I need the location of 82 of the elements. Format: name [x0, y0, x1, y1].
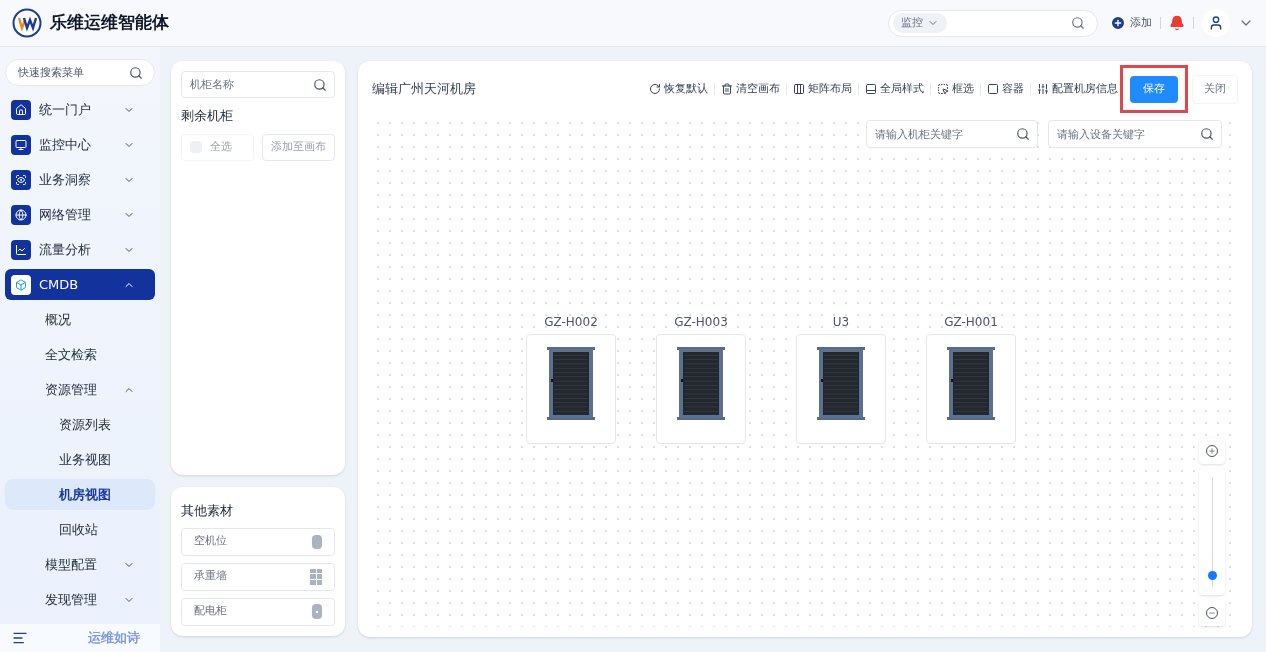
search-icon — [1200, 127, 1214, 141]
material-item[interactable]: 空机位 — [181, 527, 335, 556]
menu-icon[interactable] — [12, 630, 28, 646]
toolbar-button[interactable]: 清空画布 — [721, 80, 780, 98]
server-rack-icon — [677, 347, 725, 420]
menu-item[interactable]: 网络管理 — [5, 199, 155, 230]
bell-icon[interactable] — [1169, 15, 1185, 31]
panel-title: 剩余机柜 — [181, 107, 234, 125]
menu-item[interactable]: CMDB — [5, 269, 155, 300]
scope-select[interactable]: 监控 — [893, 13, 947, 33]
toolbar-button[interactable]: 恢复默认 — [649, 80, 708, 98]
close-button[interactable]: 关闭 — [1192, 74, 1238, 104]
toolbar-icon — [937, 83, 949, 95]
cabinet-name-search-field[interactable]: 机柜名称 — [181, 71, 335, 98]
toolbar-icon — [987, 83, 999, 95]
menu-item[interactable]: 资源管理 — [5, 374, 155, 405]
menu-item[interactable]: 模型配置 — [5, 549, 155, 580]
toolbar-icon — [721, 83, 733, 95]
menu-icon — [11, 99, 31, 120]
zoom-out-button[interactable] — [1199, 600, 1225, 626]
cabinet-label: GZ-H002 — [544, 314, 598, 331]
menu-item[interactable]: 统一门户 — [5, 94, 155, 125]
menu-item[interactable]: 全文检索 — [5, 339, 155, 370]
menu-item[interactable]: 监控中心 — [5, 129, 155, 160]
cabinet-label: GZ-H003 — [674, 314, 728, 331]
slogan: 运维如诗 — [88, 629, 140, 648]
panel-title: 其他素材 — [181, 502, 234, 520]
toolbar-button[interactable]: 框选 — [937, 80, 974, 98]
user-avatar[interactable] — [1202, 9, 1230, 37]
brick-wall-icon — [310, 568, 322, 585]
menu-item[interactable]: 业务视图 — [5, 444, 155, 475]
toolbar-icon — [649, 83, 661, 95]
menu-icon — [11, 134, 31, 155]
plus-circle-icon — [1110, 15, 1126, 31]
material-item[interactable]: 配电柜 — [181, 597, 335, 626]
toolbar-button[interactable]: 配置机房信息 — [1037, 80, 1118, 98]
toolbar-icon — [793, 83, 805, 95]
server-rack-icon — [947, 347, 995, 420]
power-cabinet-icon — [312, 604, 322, 619]
zoom-slider[interactable] — [1199, 469, 1225, 595]
toolbar-icon — [1037, 83, 1049, 95]
plus-icon — [1206, 445, 1218, 457]
zoom-in-button[interactable] — [1199, 438, 1225, 464]
menu-icon — [11, 169, 31, 190]
menu-item[interactable]: 回收站 — [5, 514, 155, 545]
menu-item[interactable]: 业务洞察 — [5, 164, 155, 195]
menu-icon — [11, 239, 31, 260]
menu-item[interactable]: 发现管理 — [5, 584, 155, 615]
search-icon — [313, 77, 327, 92]
search-icon — [1071, 16, 1085, 30]
cabinet-node[interactable] — [526, 334, 616, 444]
cabinet-node[interactable] — [656, 334, 746, 444]
menu-item[interactable]: 流量分析 — [5, 234, 155, 265]
toolbar-button[interactable]: 全局样式 — [865, 80, 924, 98]
add-button[interactable]: 添加 — [1110, 14, 1152, 32]
menu-icon — [11, 274, 31, 295]
menu-search-field[interactable]: 快速搜索菜单 — [5, 59, 155, 86]
slot-icon — [312, 534, 322, 549]
logo-icon — [12, 8, 42, 38]
toolbar-icon — [865, 83, 877, 95]
server-rack-icon — [817, 347, 865, 420]
cabinet-node[interactable] — [926, 334, 1016, 444]
menu-item[interactable]: 资源列表 — [5, 409, 155, 440]
toolbar-button[interactable]: 容器 — [987, 80, 1024, 98]
global-search-field[interactable]: 监控 — [888, 9, 1098, 37]
search-icon — [129, 65, 143, 80]
editor-title: 编辑广州天河机房 — [372, 80, 476, 99]
search-icon — [1016, 127, 1030, 141]
cabinet-label: U3 — [832, 314, 850, 331]
menu-icon — [11, 204, 31, 225]
app-title: 乐维运维智能体 — [50, 11, 169, 35]
cabinet-label: GZ-H001 — [944, 314, 998, 331]
menu-item[interactable]: 概况 — [5, 304, 155, 335]
menu-item[interactable]: 机房视图 — [5, 479, 155, 510]
slider-thumb[interactable] — [1207, 571, 1217, 580]
cabinet-node[interactable] — [796, 334, 886, 444]
server-rack-icon — [547, 347, 595, 420]
material-item[interactable]: 承重墙 — [181, 562, 335, 591]
cabinet-search-field[interactable]: 请输入机柜关键字 — [866, 120, 1038, 148]
toolbar-button[interactable]: 矩阵布局 — [793, 80, 852, 98]
user-icon — [1208, 15, 1224, 31]
device-search-field[interactable]: 请输入设备关键字 — [1048, 120, 1222, 148]
